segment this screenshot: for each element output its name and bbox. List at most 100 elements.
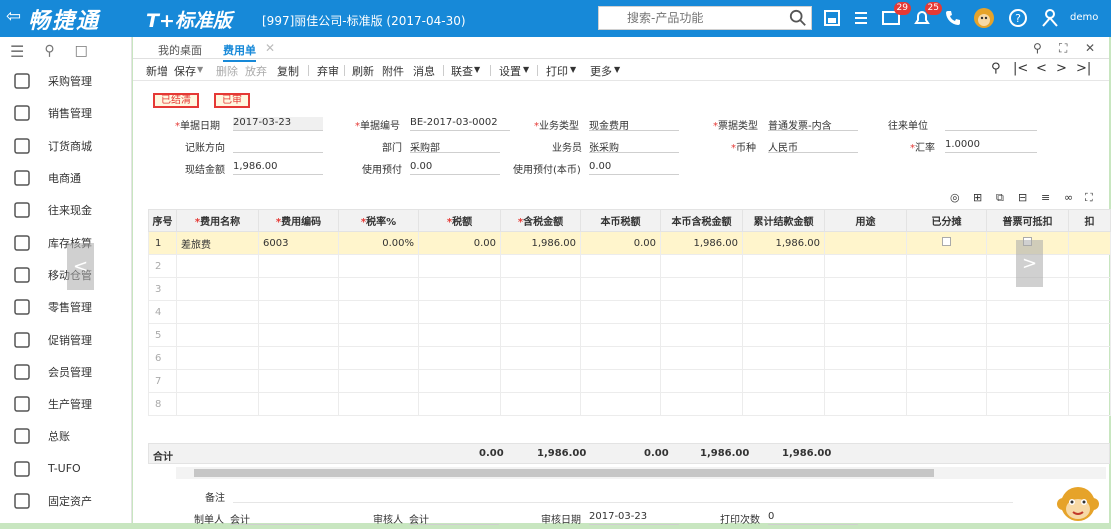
- cell-usage[interactable]: [824, 231, 907, 255]
- grid-cell[interactable]: [742, 346, 825, 370]
- sidebar-item[interactable]: 生产管理: [0, 388, 131, 420]
- grid-cell[interactable]: [580, 369, 661, 393]
- grid-cell[interactable]: [660, 300, 743, 324]
- grid-cell[interactable]: [824, 300, 907, 324]
- abandon-button[interactable]: 放弃: [245, 63, 267, 79]
- table-row[interactable]: 2: [148, 254, 1111, 278]
- grid-cell[interactable]: [176, 369, 259, 393]
- cell-base-tax[interactable]: 0.00: [580, 231, 661, 255]
- staff-field[interactable]: 张采购: [589, 139, 679, 154]
- refresh-button[interactable]: 刷新: [352, 63, 374, 79]
- col-extra[interactable]: 扣: [1068, 209, 1111, 232]
- save-button[interactable]: 保存: [174, 63, 196, 79]
- grid-cell[interactable]: [906, 300, 987, 324]
- table-row[interactable]: 8: [148, 392, 1111, 416]
- cell-rate[interactable]: 0.00%: [338, 231, 419, 255]
- date-field[interactable]: 2017-03-23: [233, 117, 323, 131]
- copy-row-icon[interactable]: ⧉: [996, 191, 1004, 205]
- grid-cell[interactable]: [258, 277, 339, 301]
- remark-field[interactable]: [233, 489, 1013, 503]
- grid-cell[interactable]: [660, 346, 743, 370]
- grid-cell[interactable]: [660, 277, 743, 301]
- settings-button[interactable]: 设置: [499, 63, 521, 79]
- grid-cell[interactable]: [500, 277, 581, 301]
- table-row[interactable]: 4: [148, 300, 1111, 324]
- grid-cell[interactable]: [338, 277, 419, 301]
- grid-cell[interactable]: [338, 254, 419, 278]
- grid-cell[interactable]: [258, 392, 339, 416]
- grid-cell[interactable]: [176, 392, 259, 416]
- col-base-tax[interactable]: 本币税额: [580, 209, 661, 232]
- menu-icon[interactable]: ☰: [10, 42, 24, 61]
- save-dropdown-icon[interactable]: ▼: [197, 65, 203, 74]
- grid-cell[interactable]: [176, 323, 259, 347]
- grid-cell[interactable]: [418, 277, 501, 301]
- grid-cell[interactable]: [824, 277, 907, 301]
- prepay-base-field[interactable]: 0.00: [589, 161, 679, 175]
- rate-field[interactable]: 1.0000: [945, 139, 1037, 153]
- grid-cell[interactable]: [1068, 277, 1111, 301]
- grid-cell[interactable]: [418, 323, 501, 347]
- code-field[interactable]: BE-2017-03-0002: [410, 117, 510, 131]
- sidebar-item[interactable]: 会员管理: [0, 356, 131, 388]
- scrollbar-thumb[interactable]: [194, 469, 934, 477]
- message-button[interactable]: 消息: [413, 63, 435, 79]
- grid-cell[interactable]: [1068, 323, 1111, 347]
- col-usage[interactable]: 用途: [824, 209, 907, 232]
- col-allocated[interactable]: 已分摊: [906, 209, 987, 232]
- grid-cell[interactable]: [660, 392, 743, 416]
- sidebar-item[interactable]: 电商通: [0, 162, 131, 194]
- grid-cell[interactable]: [258, 323, 339, 347]
- sidebar-item[interactable]: 采购管理: [0, 65, 131, 97]
- table-row[interactable]: 6: [148, 346, 1111, 370]
- fullscreen-icon[interactable]: ⛶: [1059, 41, 1067, 56]
- sidebar-item[interactable]: 总账: [0, 420, 131, 452]
- phone-icon[interactable]: [943, 8, 963, 28]
- grid-cell[interactable]: [986, 300, 1069, 324]
- cell-code[interactable]: 6003: [258, 231, 339, 255]
- print-dropdown-icon[interactable]: ▼: [570, 65, 576, 74]
- settings-dropdown-icon[interactable]: ▼: [523, 65, 529, 74]
- search-box[interactable]: [598, 6, 812, 30]
- bell-icon[interactable]: 25: [912, 2, 942, 28]
- grid-cell[interactable]: [258, 346, 339, 370]
- grid-cell[interactable]: [986, 392, 1069, 416]
- scroll-left-icon[interactable]: <: [67, 243, 94, 290]
- grid-cell[interactable]: [500, 254, 581, 278]
- grid-cell[interactable]: [580, 300, 661, 324]
- invtype-field[interactable]: 普通发票-内含: [768, 117, 858, 132]
- table-row[interactable]: 7: [148, 369, 1111, 393]
- grid-cell[interactable]: [418, 392, 501, 416]
- new-button[interactable]: 新增: [146, 63, 168, 79]
- link-icon[interactable]: ∞: [1064, 191, 1073, 204]
- grid-cell[interactable]: [258, 369, 339, 393]
- grid-cell[interactable]: [580, 254, 661, 278]
- help-icon[interactable]: ?: [1008, 8, 1028, 28]
- grid-cell[interactable]: [824, 346, 907, 370]
- grid-cell[interactable]: [338, 323, 419, 347]
- monkey-avatar-icon[interactable]: [972, 6, 996, 30]
- grid-cell[interactable]: [742, 392, 825, 416]
- dept-field[interactable]: 采购部: [410, 139, 500, 154]
- search-input[interactable]: [599, 7, 779, 29]
- next-record-icon[interactable]: >: [1056, 61, 1067, 76]
- cell-extra[interactable]: [1068, 231, 1111, 255]
- grid-cell[interactable]: [176, 277, 259, 301]
- cell-tax[interactable]: 0.00: [418, 231, 501, 255]
- sidebar-item[interactable]: 库存核算: [0, 226, 131, 258]
- delete-button[interactable]: 删除: [216, 63, 238, 79]
- grid-cell[interactable]: [500, 392, 581, 416]
- filter-icon[interactable]: ≡: [1041, 191, 1050, 204]
- grid-cell[interactable]: [906, 392, 987, 416]
- grid-cell[interactable]: [742, 369, 825, 393]
- grid-cell[interactable]: [906, 369, 987, 393]
- grid-cell[interactable]: [258, 254, 339, 278]
- copy-button[interactable]: 复制: [277, 63, 299, 79]
- grid-cell[interactable]: [824, 254, 907, 278]
- grid-cell[interactable]: [1068, 346, 1111, 370]
- preview-icon[interactable]: ⚲: [991, 61, 1001, 76]
- expand-icon[interactable]: ⛶: [1085, 191, 1093, 205]
- grid-cell[interactable]: [742, 254, 825, 278]
- sidebar-item[interactable]: 促销管理: [0, 323, 131, 355]
- direction-field[interactable]: [233, 139, 323, 153]
